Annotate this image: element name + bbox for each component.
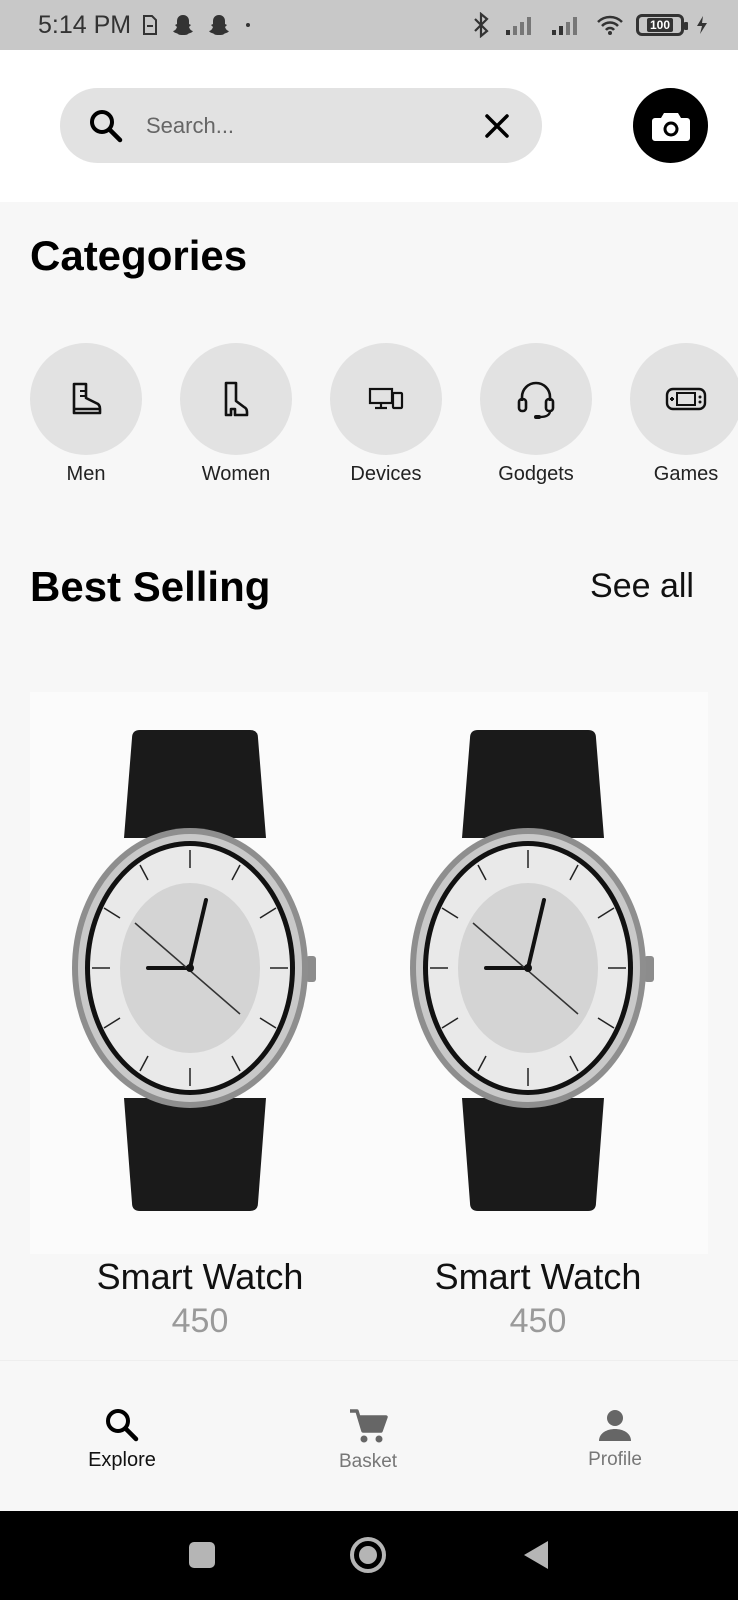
watch-image <box>72 730 316 1211</box>
product-card[interactable]: Smart Watch 450 <box>30 692 370 1341</box>
square-icon <box>189 1542 215 1568</box>
search-bar[interactable] <box>60 88 542 163</box>
category-label: Women <box>201 463 271 485</box>
snapchat-icon-2 <box>209 15 230 35</box>
category-games[interactable]: Games <box>630 343 738 486</box>
product-name: Smart Watch <box>96 1256 304 1297</box>
clear-icon[interactable] <box>480 109 514 143</box>
product-name: Smart Watch <box>434 1256 642 1297</box>
product-price: 450 <box>171 1302 229 1340</box>
snapchat-icon <box>173 15 194 35</box>
category-devices[interactable]: Devices <box>330 343 442 486</box>
search-icon <box>88 108 124 144</box>
recents-button[interactable] <box>180 1533 224 1577</box>
person-icon <box>599 1410 631 1441</box>
product-image <box>368 692 708 1254</box>
best-selling-title: Best Selling <box>30 563 271 610</box>
category-women[interactable]: Women <box>180 343 292 486</box>
battery-icon: 100 <box>636 14 688 36</box>
bluetooth-icon <box>474 12 489 38</box>
category-circle <box>330 343 442 455</box>
status-bar: 5:14 PM 100 <box>0 0 738 50</box>
category-circle <box>480 343 592 455</box>
back-button[interactable] <box>514 1533 558 1577</box>
home-button[interactable] <box>346 1533 390 1577</box>
camera-icon <box>651 112 690 141</box>
category-godgets[interactable]: Godgets <box>480 343 592 486</box>
nav-profile[interactable]: Profile <box>545 1407 685 1471</box>
status-system-icons: 100 <box>470 12 708 38</box>
product-grid: Smart Watch 450 Smart Watch 450 <box>30 692 708 1340</box>
category-label: Men <box>66 463 106 485</box>
cart-icon <box>350 1409 388 1443</box>
watch-image <box>410 730 654 1211</box>
gamepad-icon <box>665 387 707 411</box>
wifi-icon <box>597 15 623 35</box>
see-all-link[interactable]: See all <box>590 567 694 606</box>
status-notification-icons <box>141 13 253 37</box>
camera-button[interactable] <box>633 88 708 163</box>
nav-label: Profile <box>588 1449 642 1470</box>
header <box>0 50 738 202</box>
sim-icon <box>143 15 158 35</box>
search-input[interactable] <box>146 112 480 139</box>
product-price: 450 <box>509 1302 567 1340</box>
charging-icon <box>697 16 707 34</box>
category-label: Godgets <box>498 463 574 485</box>
status-time: 5:14 PM <box>38 10 132 39</box>
product-card[interactable]: Smart Watch 450 <box>368 692 708 1341</box>
signal-icon-2 <box>552 17 577 35</box>
nav-label: Explore <box>88 1449 156 1471</box>
boot-icon <box>72 382 102 415</box>
category-men[interactable]: Men <box>30 343 142 486</box>
search-icon <box>106 1409 139 1442</box>
categories-title: Categories <box>30 232 248 279</box>
system-navigation-bar <box>0 1511 738 1600</box>
nav-basket[interactable]: Basket <box>298 1407 438 1473</box>
signal-icon <box>506 17 531 35</box>
category-label: Devices <box>350 463 422 485</box>
nav-label: Basket <box>338 1451 398 1472</box>
circle-icon <box>350 1537 386 1573</box>
app-screen: 5:14 PM 100 Search... Categories Men Wom… <box>0 0 738 1600</box>
headset-icon <box>517 381 555 419</box>
back-triangle-icon <box>524 1541 548 1569</box>
heel-boot-icon <box>224 381 249 417</box>
battery-level: 100 <box>646 18 674 32</box>
categories-list: Men Women Devices Godgets Games <box>30 343 738 493</box>
product-image <box>30 692 370 1254</box>
category-label: Games <box>653 463 719 485</box>
bottom-navigation: Explore Basket Profile <box>0 1360 738 1511</box>
category-circle <box>30 343 142 455</box>
category-circle <box>180 343 292 455</box>
nav-explore[interactable]: Explore <box>52 1407 192 1472</box>
category-circle <box>630 343 738 455</box>
dot-icon <box>246 23 251 27</box>
devices-icon <box>368 387 404 410</box>
